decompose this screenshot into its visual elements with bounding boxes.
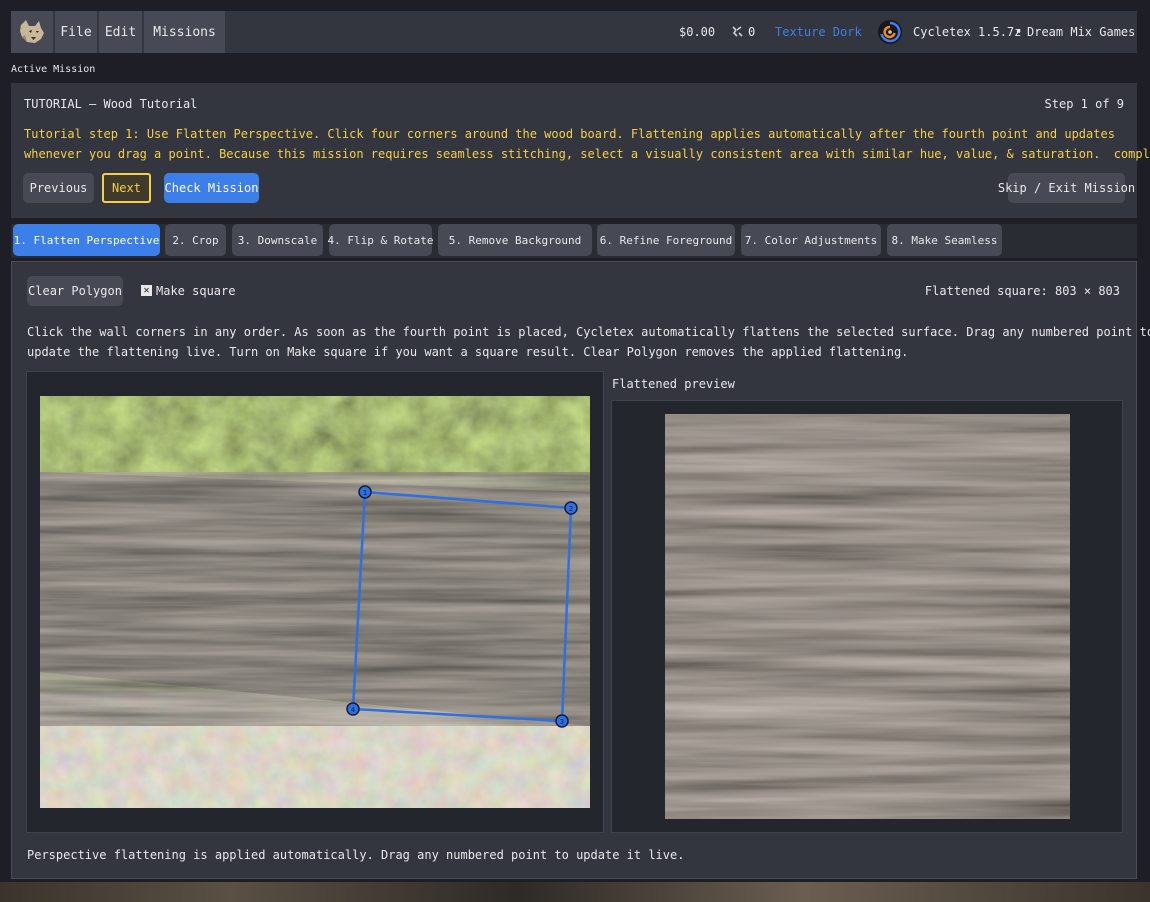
svg-text:2: 2	[569, 505, 573, 513]
company-name: Dream Mix Games	[1027, 25, 1136, 39]
tab-refine-foreground[interactable]: 6. Refine Foreground	[597, 224, 735, 256]
make-square-label[interactable]: Make square	[156, 281, 235, 301]
edit-menu[interactable]: Edit	[99, 11, 142, 53]
tab-make-seamless[interactable]: 8. Make Seamless	[887, 224, 1002, 256]
mission-panel: TUTORIAL — Wood Tutorial Step 1 of 9 Tut…	[11, 83, 1150, 218]
tool-tab-strip: 1. Flatten Perspective 2. Crop 3. Downsc…	[11, 224, 1137, 258]
tab-remove-background[interactable]: 5. Remove Background	[438, 224, 592, 256]
gear-icon	[728, 11, 746, 53]
flattened-size-label: Flattened square: 803 × 803	[924, 284, 1120, 298]
wolf-logo-icon	[20, 20, 44, 43]
help-line-2: update the flattening live. Turn on Make…	[27, 345, 909, 359]
svg-text:3: 3	[560, 718, 564, 726]
corner-point-1[interactable]: 1	[358, 485, 372, 499]
svg-text:4: 4	[351, 706, 355, 714]
corner-point-2[interactable]: 2	[564, 501, 578, 515]
tab-color-adjustments[interactable]: 7. Color Adjustments	[741, 224, 881, 256]
check-mission-button[interactable]: Check Mission	[164, 173, 259, 203]
status-separator: •	[1015, 25, 1023, 39]
tab-crop[interactable]: 2. Crop	[165, 224, 226, 256]
gear-count: 0	[748, 25, 756, 39]
tab-flip-rotate[interactable]: 4. Flip & Rotate	[328, 224, 433, 256]
flattened-preview-image	[665, 414, 1070, 819]
previous-button[interactable]: Previous	[23, 173, 94, 203]
file-menu[interactable]: File	[55, 11, 97, 53]
instruction-line-2: whenever you drag a point. Because this …	[24, 144, 1150, 164]
user-link[interactable]: Texture Dork	[775, 11, 862, 53]
preview-canvas	[611, 400, 1123, 833]
missions-menu[interactable]: Missions	[144, 11, 225, 53]
skip-exit-button[interactable]: Skip / Exit Mission	[998, 173, 1135, 203]
flattened-preview-label: Flattened preview	[612, 377, 735, 391]
mission-title: TUTORIAL — Wood Tutorial	[24, 97, 198, 111]
source-photo[interactable]: 1 2 3 4	[27, 372, 603, 832]
completed-text: completed	[1113, 147, 1150, 161]
cycletex-swirl-icon	[876, 11, 904, 53]
tab-flatten-perspective[interactable]: 1. Flatten Perspective	[13, 224, 160, 256]
make-square-checkbox[interactable]: ✕	[141, 285, 152, 296]
source-canvas[interactable]: 1 2 3 4	[26, 371, 604, 833]
next-button[interactable]: Next	[102, 173, 151, 203]
instruction-line-2-text: whenever you drag a point. Because this …	[24, 147, 1101, 161]
app-version: Cycletex 1.5.7z	[913, 25, 1022, 39]
tab-downscale[interactable]: 3. Downscale	[232, 224, 323, 256]
top-bar: File Edit Missions $0.00 0 Texture Dork …	[11, 11, 1137, 53]
footer-note: Perspective flattening is applied automa…	[27, 848, 685, 862]
active-mission-label: Active Mission	[11, 64, 96, 75]
instruction-line-1: Tutorial step 1: Use Flatten Perspective…	[24, 127, 1115, 141]
corner-point-4[interactable]: 4	[346, 702, 360, 716]
money-balance: $0.00	[679, 25, 716, 39]
corner-point-3[interactable]: 3	[555, 714, 569, 728]
svg-text:1: 1	[363, 489, 367, 497]
help-line-1: Click the wall corners in any order. As …	[27, 325, 1150, 339]
step-counter: Step 1 of 9	[1044, 97, 1124, 111]
background-photo-strip	[0, 882, 1150, 902]
clear-polygon-button[interactable]: Clear Polygon	[27, 276, 123, 306]
app-logo-button[interactable]	[11, 11, 53, 53]
